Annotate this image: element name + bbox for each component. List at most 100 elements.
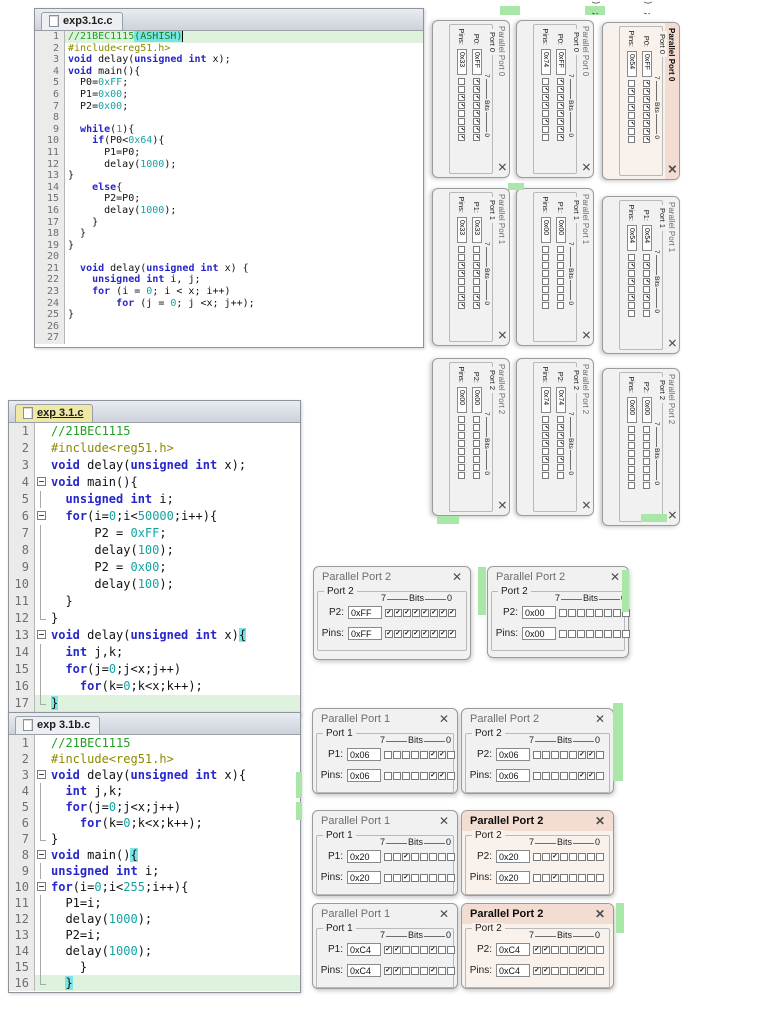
bit-checkbox-5[interactable]: ✓: [551, 873, 559, 882]
code-line[interactable]: 7 P2 = 0xFF;: [9, 525, 300, 542]
bit-checkbox-2[interactable]: ✓: [628, 120, 636, 127]
bit-checkbox-0[interactable]: [542, 134, 550, 141]
close-icon[interactable]: ✕: [439, 908, 449, 920]
bit-checkbox-3[interactable]: [595, 629, 603, 638]
bit-checkbox-5[interactable]: [551, 966, 559, 975]
code-line[interactable]: 4 int j,k;: [9, 783, 300, 799]
reg-input[interactable]: 0xFF: [556, 49, 566, 75]
bit-checkbox-0[interactable]: [458, 472, 466, 479]
bit-checkbox-5[interactable]: [577, 608, 585, 617]
bit-checkbox-5[interactable]: [458, 432, 466, 439]
bit-checkbox-3[interactable]: [542, 278, 550, 285]
bit-checkbox-4[interactable]: ✓: [557, 102, 565, 109]
bit-checkbox-0[interactable]: [596, 945, 604, 954]
bit-checkbox-2[interactable]: [628, 466, 636, 473]
bit-checkbox-4[interactable]: [628, 450, 636, 457]
bit-checkbox-1[interactable]: [542, 294, 550, 301]
bit-checkbox-4[interactable]: [643, 450, 651, 457]
close-icon[interactable]: ✕: [579, 162, 593, 172]
bit-checkbox-4[interactable]: ✓: [643, 104, 651, 111]
dialog-titlebar[interactable]: Parallel Port 0 ✕: [495, 21, 509, 177]
bit-checkbox-4[interactable]: [586, 629, 594, 638]
bit-checkbox-4[interactable]: [560, 873, 568, 882]
bit-checkbox-7[interactable]: [643, 426, 651, 433]
bit-checkbox-7[interactable]: [557, 246, 565, 253]
bit-checkbox-5[interactable]: ✓: [473, 94, 481, 101]
code-line[interactable]: 8 delay(100);: [9, 542, 300, 559]
bit-checkbox-4[interactable]: ✓: [643, 278, 651, 285]
pins-input[interactable]: 0x33: [457, 217, 467, 243]
bit-checkbox-7[interactable]: [458, 246, 466, 253]
bit-checkbox-3[interactable]: [420, 873, 428, 882]
bit-checkbox-1[interactable]: ✓: [587, 750, 595, 759]
code-line[interactable]: 18 }: [35, 228, 423, 240]
bit-checkbox-4[interactable]: [560, 966, 568, 975]
code-line[interactable]: 20: [35, 251, 423, 263]
bit-checkbox-4[interactable]: [560, 945, 568, 954]
bit-checkbox-0[interactable]: [557, 472, 565, 479]
reg-input[interactable]: 0xFF: [348, 606, 382, 619]
bit-checkbox-5[interactable]: ✓: [458, 262, 466, 269]
bit-checkbox-2[interactable]: [473, 286, 481, 293]
bit-checkbox-1[interactable]: [587, 852, 595, 861]
bit-checkbox-7[interactable]: [473, 246, 481, 253]
reg-input[interactable]: 0xC4: [496, 943, 530, 956]
reg-input[interactable]: 0x54: [642, 225, 652, 251]
bit-checkbox-4[interactable]: ✓: [473, 270, 481, 277]
reg-input[interactable]: 0xFF: [472, 49, 482, 75]
bit-checkbox-5[interactable]: ✓: [557, 432, 565, 439]
code-line[interactable]: 8 void main(){: [9, 847, 300, 863]
bit-checkbox-0[interactable]: [447, 945, 455, 954]
bit-checkbox-5[interactable]: [557, 262, 565, 269]
bit-checkbox-4[interactable]: [458, 440, 466, 447]
bit-checkbox-2[interactable]: ✓: [429, 945, 437, 954]
pins-input[interactable]: 0xFF: [348, 627, 382, 640]
bit-checkbox-3[interactable]: [569, 966, 577, 975]
bit-checkbox-2[interactable]: ✓: [430, 629, 438, 638]
bit-checkbox-3[interactable]: ✓: [473, 110, 481, 117]
dialog-titlebar[interactable]: Parallel Port 2 ✕: [579, 359, 593, 515]
bit-checkbox-6[interactable]: ✓: [643, 262, 651, 269]
bit-checkbox-0[interactable]: ✓: [643, 136, 651, 143]
bit-checkbox-5[interactable]: [628, 96, 636, 103]
code-line[interactable]: 16 delay(1000);: [35, 204, 423, 217]
bit-checkbox-7[interactable]: [559, 608, 567, 617]
close-icon[interactable]: ✕: [495, 330, 509, 340]
reg-input[interactable]: 0x00: [556, 217, 566, 243]
pins-input[interactable]: 0x74: [541, 387, 551, 413]
bit-checkbox-7[interactable]: [533, 750, 541, 759]
close-icon[interactable]: ✕: [579, 500, 593, 510]
code-line[interactable]: 10 if(P0<0x64){: [35, 135, 423, 147]
bit-checkbox-1[interactable]: [628, 302, 636, 309]
bit-checkbox-3[interactable]: [569, 873, 577, 882]
bit-checkbox-7[interactable]: [559, 629, 567, 638]
code-line[interactable]: 21 void delay(unsigned int x) {: [35, 262, 423, 275]
bit-checkbox-2[interactable]: ✓: [578, 966, 586, 975]
code-line[interactable]: 5 for(j=0;j<x;j++): [9, 799, 300, 815]
code-line[interactable]: 9 while(1){: [35, 123, 423, 136]
bit-checkbox-3[interactable]: ✓: [421, 629, 429, 638]
code-line[interactable]: 12}: [9, 610, 300, 627]
bit-checkbox-0[interactable]: [447, 771, 455, 780]
bit-checkbox-7[interactable]: [473, 416, 481, 423]
code-line[interactable]: 16 for(k=0;k<x;k++);: [9, 678, 300, 695]
bit-checkbox-2[interactable]: ✓: [473, 118, 481, 125]
bit-checkbox-3[interactable]: [458, 110, 466, 117]
code-line[interactable]: 14 else{: [35, 181, 423, 194]
code-line[interactable]: 9 unsigned int i;: [9, 863, 300, 879]
bit-checkbox-6[interactable]: [393, 771, 401, 780]
bit-checkbox-7[interactable]: [533, 852, 541, 861]
bit-checkbox-6[interactable]: ✓: [473, 86, 481, 93]
code-line[interactable]: 17 }: [35, 216, 423, 229]
bit-checkbox-0[interactable]: [447, 873, 455, 882]
bit-checkbox-2[interactable]: [429, 852, 437, 861]
bit-checkbox-2[interactable]: [578, 852, 586, 861]
bit-checkbox-3[interactable]: [473, 278, 481, 285]
bit-checkbox-6[interactable]: [393, 873, 401, 882]
reg-input[interactable]: 0x00: [642, 397, 652, 423]
bit-checkbox-3[interactable]: [569, 945, 577, 954]
bit-checkbox-7[interactable]: [533, 873, 541, 882]
bit-checkbox-6[interactable]: [393, 750, 401, 759]
pins-input[interactable]: 0xC4: [496, 964, 530, 977]
bit-checkbox-2[interactable]: ✓: [578, 771, 586, 780]
